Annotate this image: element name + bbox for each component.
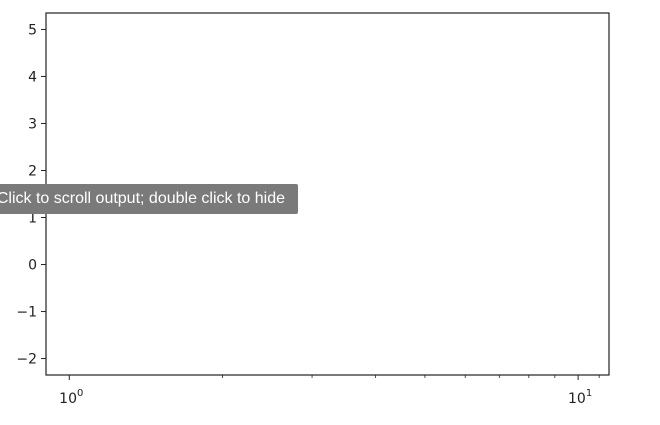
x-tick-label-base: 10 bbox=[568, 391, 586, 407]
x-tick-label-base: 10 bbox=[59, 391, 77, 407]
y-tick-label: 5 bbox=[28, 22, 37, 38]
tooltip-text: Click to scroll output; double click to … bbox=[0, 190, 285, 207]
output-scroll-tooltip[interactable]: Click to scroll output; double click to … bbox=[0, 184, 298, 214]
x-tick-label-exponent: 1 bbox=[586, 388, 592, 399]
x-axis-ticks: 100 101 bbox=[59, 375, 600, 407]
y-tick-label: −1 bbox=[16, 305, 37, 321]
x-tick-label-exponent: 0 bbox=[77, 388, 83, 399]
x-tick-label: 100 bbox=[59, 388, 83, 407]
x-tick-label: 101 bbox=[568, 388, 592, 407]
y-tick-label: −2 bbox=[16, 352, 37, 368]
y-tick-label: 0 bbox=[28, 258, 37, 274]
output-area[interactable]: −2 −1 0 1 2 3 4 5 100 101 Click to scroll output… bbox=[0, 0, 660, 425]
y-tick-label: 4 bbox=[28, 69, 37, 85]
y-tick-label: 2 bbox=[28, 163, 37, 179]
y-tick-label: 3 bbox=[28, 116, 37, 132]
